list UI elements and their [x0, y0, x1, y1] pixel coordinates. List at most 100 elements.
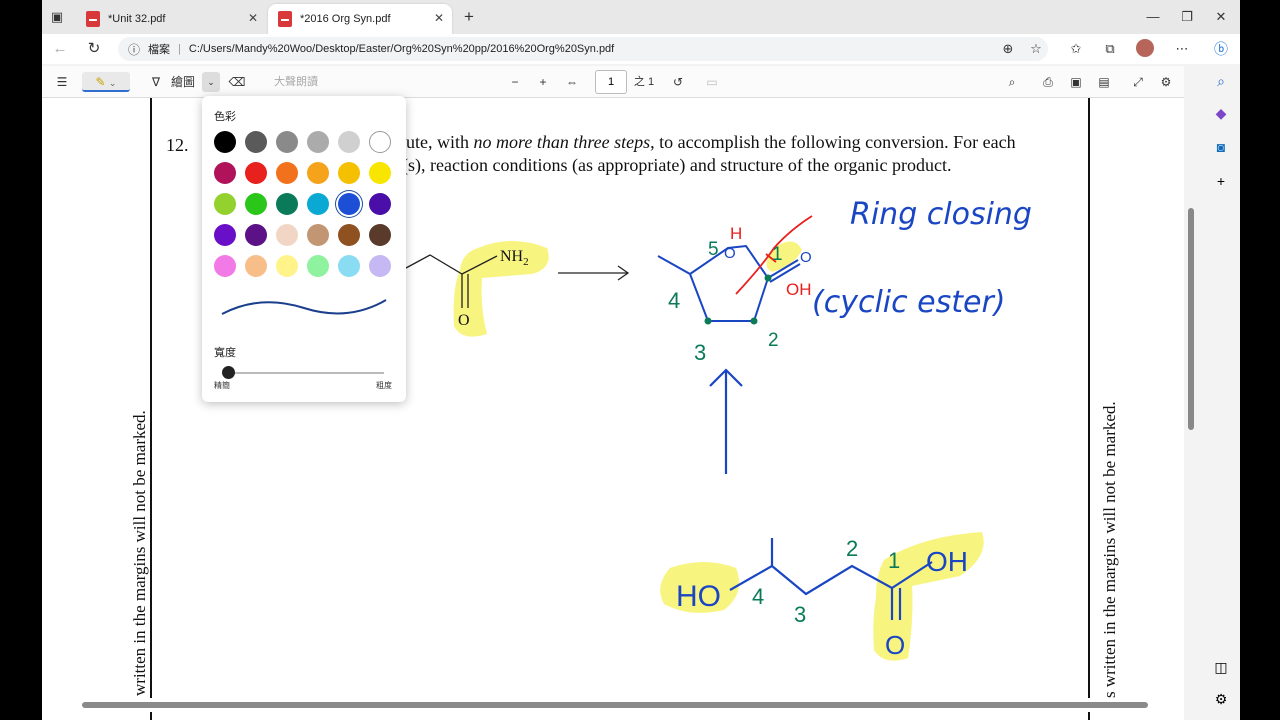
save-as-icon[interactable]: ▤: [1094, 72, 1114, 92]
zoom-out-icon[interactable]: −: [506, 72, 524, 92]
color-swatch[interactable]: [245, 255, 267, 277]
dot-c4: [704, 317, 712, 325]
page-view-icon[interactable]: ▭: [702, 72, 722, 92]
close-tab-icon[interactable]: ✕: [434, 11, 444, 25]
color-swatch[interactable]: [307, 131, 329, 153]
thick-label: 粗度: [376, 381, 392, 390]
sidebar-settings-icon[interactable]: ⚙: [1212, 690, 1230, 708]
draw-label[interactable]: 繪圖: [170, 72, 196, 92]
cyclic-ester-note: (cyclic ester): [812, 285, 1006, 320]
color-swatch[interactable]: [338, 131, 360, 153]
favorites-icon[interactable]: ✩: [1066, 39, 1086, 59]
color-swatch[interactable]: [245, 131, 267, 153]
vertical-scroll-thumb[interactable]: [1188, 208, 1194, 430]
oh-label: OH: [926, 546, 968, 577]
color-swatch[interactable]: [338, 255, 360, 277]
highlight-button[interactable]: ✎ ⌄: [82, 72, 130, 92]
fullscreen-icon[interactable]: ⤢: [1128, 72, 1148, 92]
ring-carbonyl-o: O: [800, 249, 812, 266]
color-swatch[interactable]: [338, 224, 360, 246]
sidebar-search-icon[interactable]: ⌕: [1212, 72, 1230, 90]
sidebar-toggle-icon[interactable]: ◫: [1212, 658, 1230, 676]
chain-num-4: 4: [752, 584, 764, 609]
color-swatch[interactable]: [307, 224, 329, 246]
outlook-icon[interactable]: ◙: [1212, 138, 1230, 156]
color-swatch[interactable]: [276, 193, 298, 215]
more-menu-icon[interactable]: ⋯: [1172, 39, 1192, 59]
red-h-label: H: [730, 224, 742, 243]
add-favorite-icon[interactable]: ☆: [1026, 39, 1046, 59]
highlighter-icon: ✎: [95, 75, 106, 89]
color-swatch[interactable]: [245, 224, 267, 246]
reaction-arrow: [558, 265, 630, 281]
width-slider-track[interactable]: [228, 372, 384, 374]
rotate-icon[interactable]: ↺: [668, 72, 688, 92]
page-number-input[interactable]: 1: [595, 70, 627, 94]
zoom-icon[interactable]: ⊕: [998, 39, 1018, 59]
color-swatch[interactable]: [214, 255, 236, 277]
refresh-button[interactable]: ↻: [84, 39, 104, 59]
color-swatch[interactable]: [214, 131, 236, 153]
sidebar-add-icon[interactable]: +: [1212, 172, 1230, 190]
color-swatch[interactable]: [369, 224, 391, 246]
workspaces-icon[interactable]: ▣: [48, 8, 66, 26]
color-swatch[interactable]: [307, 162, 329, 184]
vertical-scrollbar[interactable]: [1186, 100, 1196, 700]
color-swatch[interactable]: [276, 224, 298, 246]
horizontal-scrollbar[interactable]: [42, 698, 1184, 712]
save-icon[interactable]: ▣: [1066, 72, 1086, 92]
maximize-button[interactable]: ❐: [1178, 8, 1196, 26]
url-field[interactable]: ⓘ 檔案 | C:/Users/Mandy%20Woo/Desktop/East…: [118, 37, 1048, 61]
ring-num-2: 2: [768, 330, 779, 351]
collections-icon[interactable]: ⧉: [1100, 39, 1120, 59]
ho-label: HO: [676, 580, 721, 613]
contents-icon[interactable]: ☰: [52, 72, 72, 92]
tab-2016-org-syn[interactable]: *2016 Org Syn.pdf ✕: [268, 4, 452, 34]
fit-width-icon[interactable]: ⇔: [562, 72, 582, 92]
profile-avatar[interactable]: [1136, 39, 1156, 59]
copilot-icon[interactable]: ⓑ: [1212, 40, 1230, 58]
color-swatch[interactable]: [369, 162, 391, 184]
color-swatch[interactable]: [214, 224, 236, 246]
back-button[interactable]: ←: [50, 39, 70, 59]
close-window-button[interactable]: ✕: [1212, 8, 1230, 26]
color-swatch[interactable]: [276, 162, 298, 184]
color-swatch[interactable]: [214, 162, 236, 184]
tab-unit32[interactable]: *Unit 32.pdf ✕: [76, 4, 266, 34]
color-swatch[interactable]: [307, 255, 329, 277]
close-tab-icon[interactable]: ✕: [248, 11, 258, 25]
color-swatch[interactable]: [276, 131, 298, 153]
color-swatch[interactable]: [276, 255, 298, 277]
pdf-file-icon: [278, 11, 292, 27]
color-swatch[interactable]: [307, 193, 329, 215]
color-swatch[interactable]: [369, 131, 391, 153]
print-icon[interactable]: ⎙: [1038, 72, 1058, 92]
width-slider-knob[interactable]: [222, 366, 235, 379]
color-swatch[interactable]: [245, 193, 267, 215]
width-heading: 寬度: [214, 347, 236, 359]
settings-icon[interactable]: ⚙: [1156, 72, 1176, 92]
color-swatch[interactable]: [369, 255, 391, 277]
color-swatch[interactable]: [338, 193, 360, 215]
bottom-o-label: O: [885, 630, 905, 660]
color-swatch[interactable]: [338, 162, 360, 184]
horizontal-scroll-thumb[interactable]: [82, 702, 1148, 708]
ring-num-5: 5: [708, 239, 719, 260]
color-swatch[interactable]: [245, 162, 267, 184]
search-icon[interactable]: ⌕: [1002, 72, 1022, 92]
zoom-in-icon[interactable]: +: [534, 72, 552, 92]
draw-icon[interactable]: ∇: [146, 72, 166, 92]
color-swatch[interactable]: [369, 193, 391, 215]
sidebar-tools-icon[interactable]: ◆: [1212, 104, 1230, 122]
color-swatch[interactable]: [214, 193, 236, 215]
browser-window: ▣ *Unit 32.pdf ✕ *2016 Org Syn.pdf ✕ + —…: [42, 0, 1240, 720]
eraser-icon[interactable]: ⌫: [228, 72, 246, 92]
url-text: C:/Users/Mandy%20Woo/Desktop/Easter/Org%…: [188, 43, 615, 55]
draw-options-chevron-icon[interactable]: ⌄: [202, 72, 220, 92]
read-aloud-button[interactable]: 大聲朗讀: [266, 72, 326, 92]
info-icon[interactable]: ⓘ: [128, 41, 140, 58]
new-tab-button[interactable]: +: [460, 8, 478, 26]
separator: |: [178, 43, 181, 55]
stroke-preview: [221, 299, 387, 315]
minimize-button[interactable]: —: [1144, 8, 1162, 26]
